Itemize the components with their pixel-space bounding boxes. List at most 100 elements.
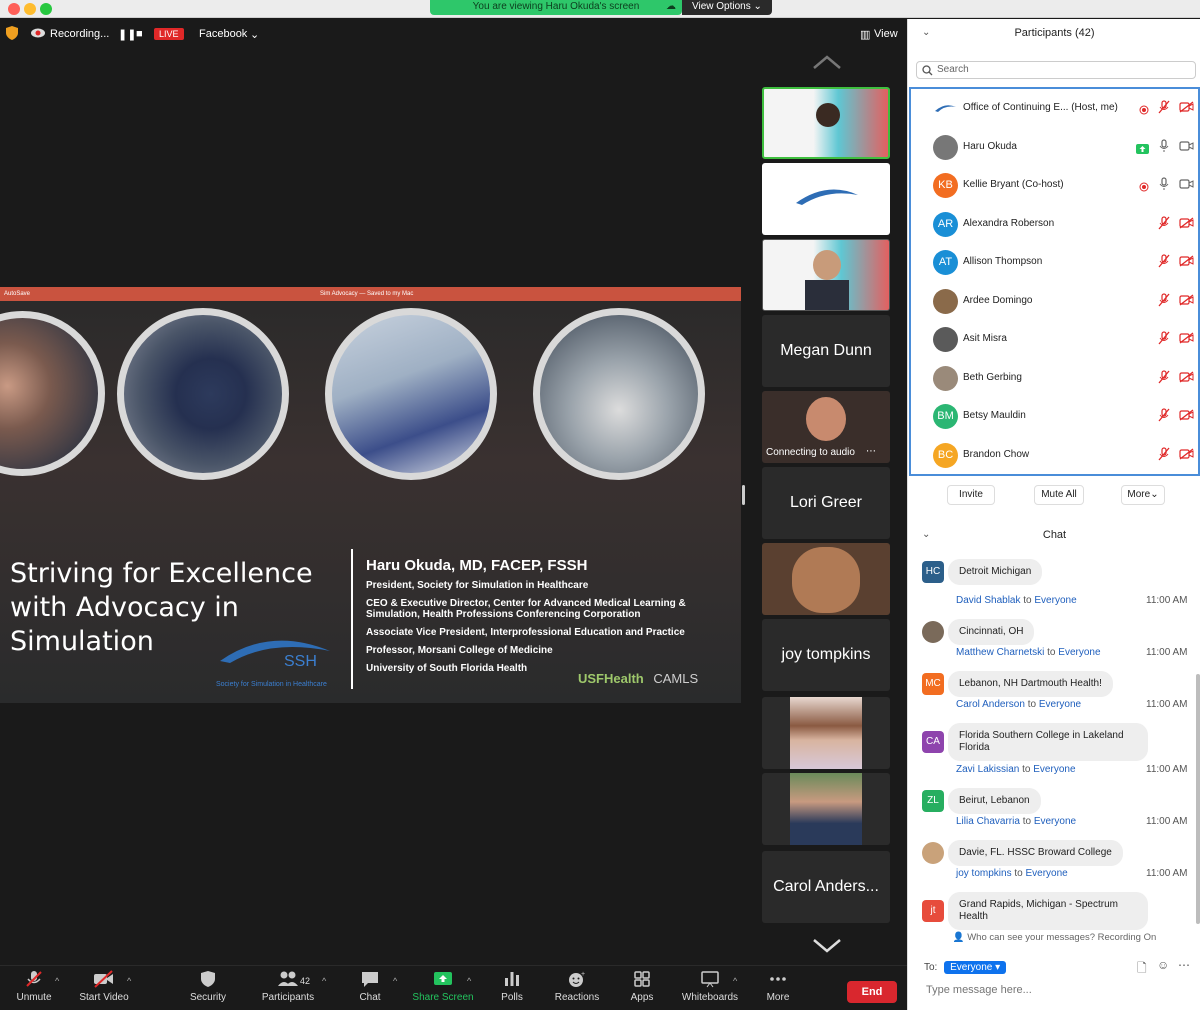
video-off-icon[interactable] xyxy=(1179,408,1194,426)
mute-all-button[interactable]: Mute All xyxy=(1034,485,1084,505)
microphone-muted-icon[interactable] xyxy=(1158,292,1170,312)
chat-sender-name[interactable]: David Shablak xyxy=(956,595,1020,606)
chat-sender-line[interactable]: Lilia Chavarria to Everyone xyxy=(956,816,1076,827)
minimize-window-icon[interactable] xyxy=(24,3,36,15)
microphone-muted-icon[interactable] xyxy=(1158,254,1170,273)
view-grid-icon[interactable]: ▥ xyxy=(860,28,870,41)
video-icon[interactable] xyxy=(1179,177,1194,195)
chat-sender-name[interactable]: Matthew Charnetski xyxy=(956,647,1044,658)
pause-recording-icon[interactable]: ❚❚ xyxy=(118,28,136,41)
recipient-select[interactable]: Everyone ▾ xyxy=(944,961,1007,974)
video-off-icon[interactable] xyxy=(1179,370,1194,388)
participant-row[interactable]: AT Allison Thompson xyxy=(911,243,1198,281)
whiteboards-caret-icon[interactable]: ^ xyxy=(733,976,737,986)
participant-row[interactable]: KB Kellie Bryant (Co-host) xyxy=(911,166,1198,204)
microphone-muted-icon[interactable] xyxy=(1158,100,1170,119)
audio-options-caret-icon[interactable]: ^ xyxy=(55,976,59,986)
video-off-icon[interactable] xyxy=(1179,331,1194,349)
gallery-up-icon[interactable] xyxy=(812,54,842,70)
video-tile[interactable] xyxy=(762,773,890,845)
chat-sender-name[interactable]: Lilia Chavarria xyxy=(956,816,1020,827)
chat-sender-name[interactable]: Zavi Lakissian xyxy=(956,764,1019,775)
microphone-muted-icon[interactable] xyxy=(1158,369,1170,389)
microphone-muted-icon[interactable] xyxy=(1158,446,1170,466)
participants-button[interactable]: 42 Participants xyxy=(248,970,328,1003)
chat-message-input[interactable] xyxy=(926,984,1126,996)
share-screen-button[interactable]: Share Screen xyxy=(403,970,483,1003)
participant-initials: AR xyxy=(937,217,954,230)
view-options-button[interactable]: View Options ⌄ xyxy=(682,0,772,15)
live-platform[interactable]: Facebook xyxy=(199,28,247,40)
who-can-see-info[interactable]: 👤 Who can see your messages? Recording O… xyxy=(908,932,1200,943)
video-tile[interactable]: joy tompkins xyxy=(762,619,890,691)
end-meeting-button[interactable]: End xyxy=(847,981,897,1003)
file-icon[interactable]: 🗋 xyxy=(1137,959,1147,980)
chat-avatar-initials: jt xyxy=(930,905,936,916)
video-icon[interactable] xyxy=(1179,139,1194,157)
chat-scrollbar[interactable] xyxy=(1196,674,1200,924)
more-options-button[interactable]: More⌄ xyxy=(1121,485,1165,505)
video-tile[interactable]: Connecting to audio ⋯ xyxy=(762,391,890,463)
microphone-muted-icon[interactable] xyxy=(1158,215,1170,235)
video-tile[interactable] xyxy=(762,697,890,769)
participant-row[interactable]: Ardee Domingo xyxy=(911,282,1198,320)
video-off-icon[interactable] xyxy=(1179,447,1194,465)
collapse-chat-icon[interactable]: ⌄ xyxy=(922,529,930,540)
chat-sender-line[interactable]: Matthew Charnetski to Everyone xyxy=(956,647,1101,658)
more-button[interactable]: More xyxy=(738,970,818,1003)
security-button[interactable]: Security xyxy=(168,970,248,1003)
video-tile[interactable] xyxy=(762,543,890,615)
more-dots-icon[interactable]: ⋯ xyxy=(1178,958,1190,972)
chat-sender-name[interactable]: Carol Anderson xyxy=(956,699,1025,710)
video-off-icon[interactable] xyxy=(1179,293,1194,311)
participant-row[interactable]: AR Alexandra Roberson xyxy=(911,205,1198,243)
microphone-icon[interactable] xyxy=(1158,177,1170,196)
more-options-label: More xyxy=(1127,489,1151,500)
gallery-down-icon[interactable] xyxy=(812,937,842,953)
view-button[interactable]: View xyxy=(874,28,898,40)
video-tile[interactable] xyxy=(762,87,890,159)
stop-recording-icon[interactable]: ■ xyxy=(136,28,143,40)
video-options-caret-icon[interactable]: ^ xyxy=(127,976,131,986)
zoom-window-icon[interactable] xyxy=(40,3,52,15)
video-tile[interactable]: Lori Greer xyxy=(762,467,890,539)
participant-row[interactable]: BM Betsy Mauldin xyxy=(911,397,1198,435)
share-caret-icon[interactable]: ^ xyxy=(467,976,471,986)
collapse-participants-icon[interactable]: ⌄ xyxy=(922,27,930,38)
emoji-icon[interactable]: ☺ xyxy=(1157,958,1169,972)
participant-row[interactable]: BC Brandon Chow xyxy=(911,436,1198,474)
chat-sender-line[interactable]: David Shablak to Everyone xyxy=(956,595,1077,606)
participant-row[interactable]: Beth Gerbing xyxy=(911,359,1198,397)
live-badge[interactable]: LIVE xyxy=(154,28,184,40)
video-tile[interactable] xyxy=(762,239,890,311)
chat-sender-line[interactable]: joy tompkins to Everyone xyxy=(956,868,1068,879)
participant-row[interactable]: Asit Misra xyxy=(911,320,1198,358)
video-tile[interactable] xyxy=(762,163,890,235)
participant-row[interactable]: Office of Continuing E... (Host, me) xyxy=(911,89,1198,127)
invite-button[interactable]: Invite xyxy=(947,485,995,505)
start-video-button[interactable]: Start Video xyxy=(64,970,144,1003)
chevron-down-icon[interactable]: ⌄ xyxy=(250,28,259,41)
participant-search-input[interactable]: Search xyxy=(916,61,1196,79)
security-shield-icon[interactable] xyxy=(6,26,18,43)
close-window-icon[interactable] xyxy=(8,3,20,15)
microphone-icon[interactable] xyxy=(1158,138,1170,158)
more-options-icon[interactable]: ⋯ xyxy=(866,446,876,457)
chat-sender-name[interactable]: joy tompkins xyxy=(956,868,1012,879)
microphone-muted-icon[interactable] xyxy=(1158,408,1170,427)
microphone-muted-icon[interactable] xyxy=(1158,331,1170,350)
participants-caret-icon[interactable]: ^ xyxy=(322,976,326,986)
video-off-icon[interactable] xyxy=(1179,100,1194,118)
split-view-handle[interactable] xyxy=(742,485,745,505)
video-tile[interactable]: Carol Anders... xyxy=(762,851,890,923)
participant-row[interactable]: Haru Okuda xyxy=(911,128,1198,166)
unmute-button[interactable]: Unmute xyxy=(0,970,74,1003)
chat-button[interactable]: Chat xyxy=(330,970,410,1003)
video-off-icon[interactable] xyxy=(1179,254,1194,272)
video-off-icon[interactable] xyxy=(1179,216,1194,234)
chat-sender-line[interactable]: Zavi Lakissian to Everyone xyxy=(956,764,1076,775)
chat-avatar: ZL xyxy=(922,790,944,812)
chat-sender-line[interactable]: Carol Anderson to Everyone xyxy=(956,699,1081,710)
video-tile[interactable]: Megan Dunn xyxy=(762,315,890,387)
chat-caret-icon[interactable]: ^ xyxy=(393,976,397,986)
